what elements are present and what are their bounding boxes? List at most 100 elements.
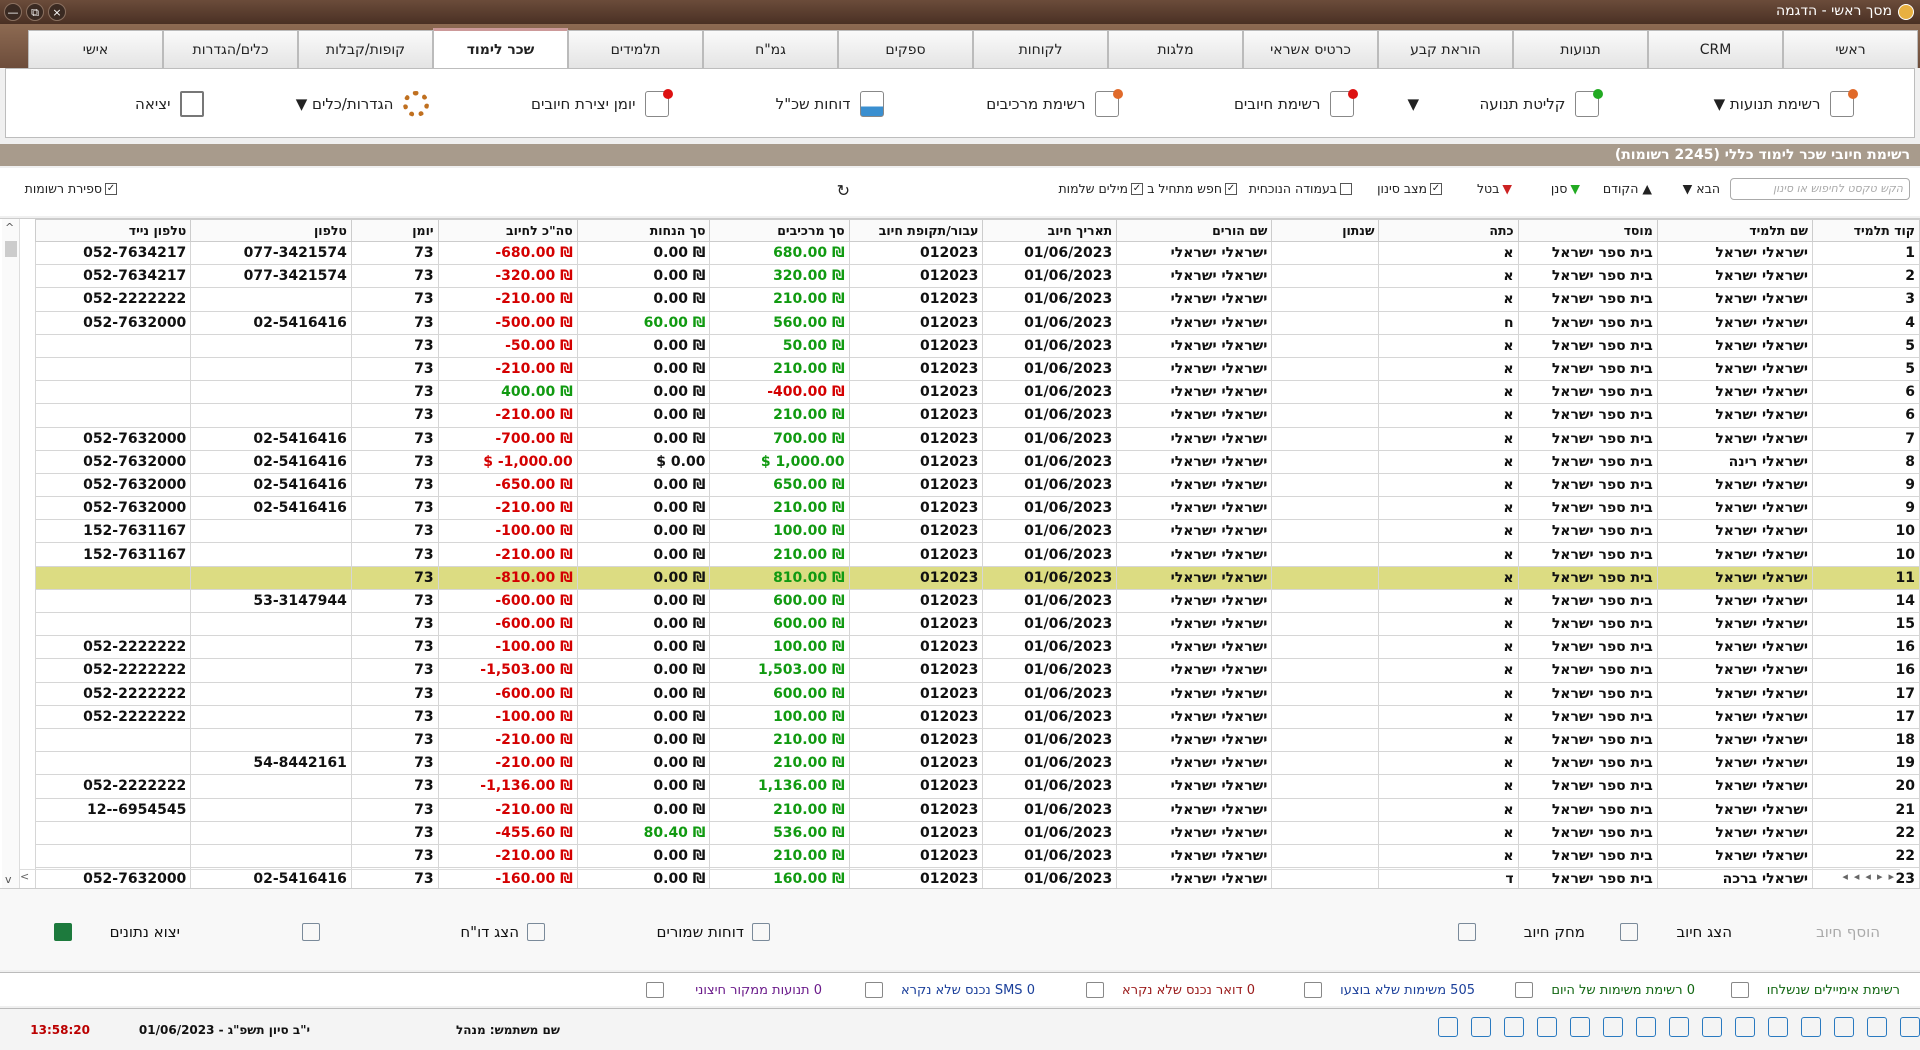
table-row[interactable]: 4 ישראלי ישראל בית ספר ישראל ח ישראלי ישראלי… (34, 310, 1920, 335)
current-column-checkbox[interactable]: בעמודה הנוכחית (1249, 181, 1352, 196)
column-header[interactable]: תאריך חיוב (982, 219, 1118, 242)
tab-0[interactable]: ראשי (1783, 30, 1918, 68)
unread-sms-link[interactable]: 0 SMS נכנס שלא נקרא (864, 982, 1035, 998)
tab-9[interactable]: תלמידים (568, 30, 703, 68)
table-row[interactable]: 6 ישראלי ישראל בית ספר ישראל א ישראלי ישראלי… (34, 380, 1920, 405)
delete-charge-button[interactable]: מחק חיוב (1457, 923, 1585, 941)
screen-icon[interactable] (1768, 1017, 1788, 1037)
minimize-icon[interactable]: — (4, 3, 22, 21)
notes-icon[interactable] (1735, 1017, 1755, 1037)
tab-4[interactable]: כרטיס אשראי (1243, 30, 1378, 68)
toolbar-exit[interactable]: יציאה (135, 84, 204, 124)
external-moves-link[interactable]: 0 תנועות ממקור חיצוני (646, 982, 822, 998)
table-row[interactable]: 7 ישראלי ישראל בית ספר ישראל א ישראלי ישראלי… (34, 426, 1920, 451)
page-nav-icons[interactable]: ◂◂◂▸▸ (1842, 870, 1900, 883)
saved-reports-button[interactable]: דוחות שמורים (657, 923, 770, 941)
table-row[interactable]: 10 ישראלי ישראל בית ספר ישראל א ישראלי ישראל… (34, 542, 1920, 567)
column-header[interactable]: כתה (1378, 219, 1519, 242)
signature-icon[interactable] (1636, 1017, 1656, 1037)
tab-10[interactable]: שכר לימוד (433, 28, 568, 68)
table-row[interactable]: 9 ישראלי ישראל בית ספר ישראל א ישראלי ישראלי… (34, 472, 1920, 498)
scroll-up-icon[interactable]: ^ (5, 221, 14, 234)
toolbar-components-list[interactable]: רשימת מרכיבים (986, 84, 1123, 124)
column-header[interactable]: סך הנחות (576, 219, 711, 242)
table-row[interactable]: 19 ישראלי ישראל בית ספר ישראל א ישראלי ישראל… (34, 751, 1920, 776)
restore-icon[interactable]: ⧉ (26, 3, 44, 21)
table-row[interactable]: 20 ישראלי ישראל בית ספר ישראל א ישראלי ישראל… (34, 774, 1920, 799)
calculator-icon[interactable] (1471, 1017, 1491, 1037)
table-row[interactable]: 16 ישראלי ישראל בית ספר ישראל א ישראלי ישראל… (34, 658, 1920, 683)
add-charge-button[interactable]: הוסף חיוב (1816, 923, 1880, 941)
printer-icon[interactable] (1504, 1017, 1524, 1037)
table-row[interactable]: 9 ישראלי ישראל בית ספר ישראל א ישראלי ישראלי… (34, 496, 1920, 521)
column-header[interactable]: טלפון נייד (34, 219, 192, 242)
home-icon[interactable] (1900, 1017, 1920, 1037)
tab-6[interactable]: לקוחות (973, 30, 1108, 68)
mail-icon[interactable] (1669, 1017, 1689, 1037)
tab-12[interactable]: כלים/הגדרות (163, 30, 298, 68)
undone-tasks-link[interactable]: 505 משימות שלא בוצעו (1304, 982, 1475, 998)
prev-button[interactable]: ▲ הקודם (1603, 181, 1652, 196)
toolbar-movements-list[interactable]: רשימת תנועות ▼ (1714, 84, 1858, 124)
show-charge-button[interactable]: הצג חיוב (1620, 923, 1732, 941)
table-row[interactable]: 6 ישראלי ישראל בית ספר ישראל א ישראלי ישראלי… (34, 403, 1920, 428)
whole-words-checkbox[interactable]: ✓ מילים שלמות (1058, 181, 1143, 196)
print-icon[interactable] (302, 923, 320, 941)
table-row[interactable]: 17 ישראלי ישראל בית ספר ישראל א ישראלי ישראל… (34, 704, 1920, 729)
vertical-scrollbar[interactable]: ^ v (2, 219, 20, 889)
tab-13[interactable]: אישי (28, 30, 163, 68)
table-row[interactable]: 15 ישראלי ישראל בית ספר ישראל א ישראלי ישראל… (34, 611, 1920, 637)
refresh-icon[interactable]: ↻ (837, 181, 850, 200)
tab-3[interactable]: הוראת קבע (1378, 30, 1513, 68)
messages-icon[interactable] (1603, 1017, 1623, 1037)
column-header[interactable]: קוד תלמיד (1811, 219, 1920, 242)
table-row[interactable]: 18 ישראלי ישראל בית ספר ישראל א ישראלי ישראל… (34, 727, 1920, 753)
record-count-checkbox[interactable]: ✓ ספירת רשומות (25, 181, 117, 196)
table-row[interactable]: 22 ישראלי ישראל בית ספר ישראל א ישראלי ישראל… (34, 820, 1920, 845)
table-row[interactable]: 22 ישראלי ישראל בית ספר ישראל א ישראלי ישראל… (34, 843, 1920, 869)
show-report-button[interactable]: הצג דו"ח (460, 923, 545, 941)
filter-button[interactable]: ▼ סנן (1551, 181, 1580, 196)
table-row[interactable]: 11 ישראלי ישראל בית ספר ישראל א ישראלי ישראל… (34, 565, 1920, 590)
tab-2[interactable]: תנועות (1513, 30, 1648, 68)
tab-7[interactable]: ספקים (838, 30, 973, 68)
toolbar-tuition-reports[interactable]: דוחות שכ"ל (776, 84, 884, 124)
table-row[interactable]: 2 ישראלי ישראל בית ספר ישראל א ישראלי ישראלי… (34, 264, 1920, 289)
close-icon[interactable]: × (48, 3, 66, 21)
table-row[interactable]: 5 ישראלי ישראל בית ספר ישראל א ישראלי ישראלי… (34, 356, 1920, 382)
column-header[interactable]: טלפון (190, 219, 352, 242)
help-icon[interactable] (1438, 1017, 1458, 1037)
phone-icon[interactable] (1537, 1017, 1557, 1037)
next-button[interactable]: הבא ▼ (1683, 181, 1720, 196)
toolbar-dropdown[interactable]: ▼ (1407, 84, 1419, 124)
toolbar-charges-list[interactable]: רשימת חיובים (1234, 84, 1358, 124)
column-header[interactable]: מוסד (1517, 219, 1658, 242)
export-button[interactable]: יצוא נתונים (53, 923, 180, 941)
column-header[interactable]: סך מרכיבים (709, 219, 850, 242)
tab-11[interactable]: קופות/קבלות (298, 30, 433, 68)
users-icon[interactable] (1834, 1017, 1854, 1037)
toolbar-charges-journal[interactable]: יומן יצירת חיובים (531, 84, 673, 124)
tab-8[interactable]: גמ"ח (703, 30, 838, 68)
table-row[interactable]: 10 ישראלי ישראל בית ספר ישראל א ישראלי ישראל… (34, 519, 1920, 544)
toolbar-add-movement[interactable]: קליטת תנועה (1479, 84, 1603, 124)
column-header[interactable]: שנתון (1271, 219, 1380, 242)
column-header[interactable]: עבור/תקופת חיוב (848, 219, 984, 242)
column-header[interactable]: שם הורים (1116, 219, 1273, 242)
table-row[interactable]: 3 ישראלי ישראל בית ספר ישראל א ישראלי ישראלי… (34, 287, 1920, 312)
clock-icon[interactable] (1801, 1017, 1821, 1037)
table-row[interactable]: 5 ישראלי ישראל בית ספר ישראל א ישראלי ישראלי… (34, 333, 1920, 358)
column-header[interactable]: סה"כ לחיוב (437, 219, 578, 242)
table-row[interactable]: 21 ישראלי ישראל בית ספר ישראל א ישראלי ישראל… (34, 797, 1920, 822)
chat-icon[interactable] (1702, 1017, 1722, 1037)
table-row[interactable]: 14 ישראלי ישראל בית ספר ישראל א ישראלי ישראל… (34, 588, 1920, 614)
tab-1[interactable]: CRM (1648, 30, 1783, 68)
column-header[interactable]: יומן (350, 219, 439, 242)
toolbar-settings[interactable]: הגדרות/כלים ▼ (296, 84, 429, 124)
search-input[interactable]: הקש טקסט לחיפוש או סינון (1730, 178, 1910, 200)
scroll-left-icon[interactable]: < (20, 870, 29, 883)
table-row[interactable]: 17 ישראלי ישראל בית ספר ישראל א ישראלי ישראל… (34, 681, 1920, 706)
table-row[interactable]: 1 ישראלי ישראל בית ספר ישראל א ישראלי ישראלי… (34, 240, 1920, 266)
network-icon[interactable] (1570, 1017, 1590, 1037)
scroll-down-icon[interactable]: v (5, 873, 12, 886)
